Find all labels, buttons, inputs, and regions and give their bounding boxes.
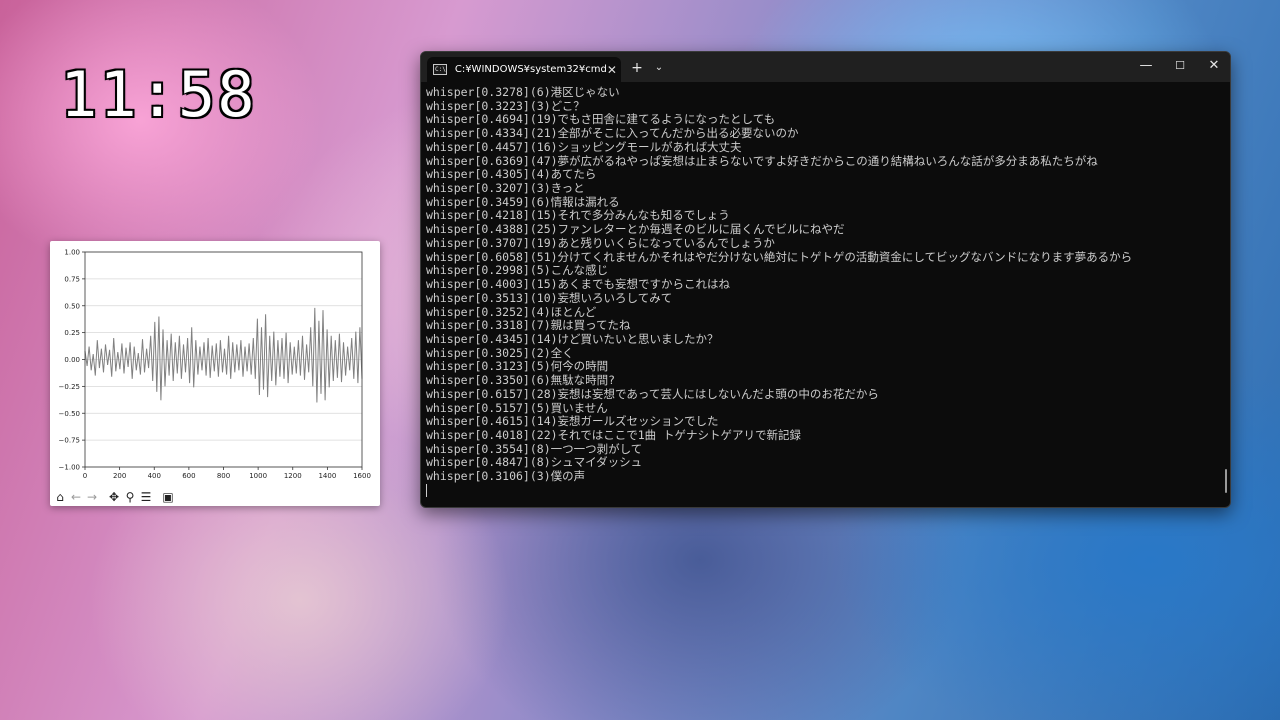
console-line: whisper[0.3106](3)僕の声 [426,469,586,484]
console-line: whisper[0.5157](5)買いません [426,400,608,415]
console-line: whisper[0.4694](19)でもさ田舎に建てるようになったとしても [426,112,776,127]
y-tick-label: −0.25 [59,383,80,391]
console-line: whisper[0.3278](6)港区じゃない [426,86,620,99]
zoom-magnifier-icon[interactable]: ⚲ [123,490,137,504]
console-line: whisper[0.3318](7)親は買ってたね [426,318,631,333]
forward-arrow-icon[interactable]: → [85,490,99,504]
x-tick-label: 1400 [318,472,336,480]
console-line: whisper[0.4018](22)それではここで1曲 トゲナシトゲアリで新記… [426,427,802,442]
console-line: whisper[0.6058](51)分けてくれませんかそれはやだ分けない絶対に… [426,249,1133,264]
terminal-window[interactable]: C:\ C:¥WINDOWS¥system32¥cmd ✕ + ⌄ — ☐ ✕ … [420,51,1231,508]
x-tick-label: 1200 [284,472,302,480]
y-tick-label: −0.75 [59,437,80,445]
y-tick-label: 0.00 [64,356,80,364]
console-line: whisper[0.3554](8)一つ一つ剥がして [426,441,643,456]
pan-move-icon[interactable]: ✥ [107,490,121,504]
new-tab-button[interactable]: + [628,58,646,78]
x-tick-label: 400 [148,472,161,480]
console-line: whisper[0.6157](28)妄想は妄想であって芸人にはしないんだよ頭の… [426,386,879,401]
y-tick-label: 0.75 [64,275,80,283]
console-line: whisper[0.4457](16)ショッピングモールがあれば大丈夫 [426,139,742,154]
clock-overlay: 11:58 [60,58,257,131]
console-line: whisper[0.3350](6)無駄な時間? [426,373,616,388]
x-tick-label: 1600 [353,472,371,480]
console-line: whisper[0.4388](25)ファンレターとか毎週そのビルに届くんでビル… [426,222,845,237]
close-button[interactable]: ✕ [1197,52,1230,80]
terminal-titlebar[interactable]: C:\ C:¥WINDOWS¥system32¥cmd ✕ + ⌄ — ☐ ✕ [421,52,1230,82]
waveform-chart: 1.00 0.75 0.50 0.25 0.00 −0.25 −0.50 −0.75 −1.00… [59,249,371,481]
terminal-scrollbar[interactable] [1225,469,1227,493]
back-arrow-icon[interactable]: ← [69,490,83,504]
save-floppy-icon[interactable]: ▣ [161,490,175,504]
console-line: whisper[0.4345](14)けど買いたいと思いましたか？ [426,331,719,346]
console-line: whisper[0.3459](6)情報は漏れる [426,194,620,209]
configure-subplots-icon[interactable]: ☰ [139,490,153,504]
console-output[interactable]: whisper[0.3278](6)港区じゃない whisper[0.3223](… [426,86,1221,504]
y-tick-label: 1.00 [64,249,80,257]
console-line: whisper[0.4218](15)それで多分みんなも知るでしょう [426,208,730,223]
console-line: whisper[0.3513](10)妄想いろいろしてみて [426,290,673,305]
console-line: whisper[0.3123](5)何今の時間 [426,359,609,374]
console-line: whisper[0.2998](5)こんな感じ [426,263,609,278]
console-cursor-line [426,483,1221,498]
plot-toolbar: ⌂ ← → ✥ ⚲ ☰ ▣ [50,488,380,506]
console-line: whisper[0.4615](14)妄想ガールズセッションでした [426,414,719,429]
y-tick-label: 0.50 [64,302,80,310]
console-line: whisper[0.3223](3)どこ？ [426,98,585,113]
terminal-tab[interactable]: C:\ C:¥WINDOWS¥system32¥cmd ✕ [427,57,621,82]
console-line: whisper[0.4334](21)全部がそこに入ってんだから出る必要ないのか [426,126,799,141]
x-tick-label: 0 [83,472,87,480]
maximize-button[interactable]: ☐ [1163,52,1197,80]
waveform-series-line [84,307,363,403]
tab-close-icon[interactable]: ✕ [607,63,617,77]
y-tick-label: 0.25 [64,329,80,337]
tab-title: C:¥WINDOWS¥system32¥cmd [454,64,607,75]
cmd-icon: C:\ [433,64,447,75]
console-line: whisper[0.3252](4)ほとんど [426,304,597,319]
y-tick-label: −0.50 [59,410,80,418]
x-tick-label: 800 [217,472,230,480]
text-cursor [426,483,427,497]
x-tick-label: 600 [182,472,195,480]
console-line: whisper[0.3207](3)きっと [426,181,585,196]
x-tick-label: 200 [113,472,126,480]
console-line: whisper[0.3707](19)あと残りいくらになっているんでしょうか [426,235,775,250]
console-line: whisper[0.3025](2)全く [426,345,574,360]
y-tick-label: −1.00 [59,464,80,472]
tab-dropdown-icon[interactable]: ⌄ [651,58,667,78]
x-tick-label: 1000 [249,472,267,480]
console-line: whisper[0.4003](15)あくまでも妄想ですからこれはね [426,277,731,292]
minimize-button[interactable]: — [1129,52,1163,80]
console-line: whisper[0.6369](47)夢が広がるねやっぱ妄想は止まらないですよ好… [426,153,1098,168]
plot-window: 1.00 0.75 0.50 0.25 0.00 −0.25 −0.50 −0.75 −1.00… [50,241,380,506]
console-line: whisper[0.4847](8)シュマイダッシュ [426,455,643,470]
console-line: whisper[0.4305](4)あてたら [426,167,597,182]
home-icon[interactable]: ⌂ [53,490,67,504]
